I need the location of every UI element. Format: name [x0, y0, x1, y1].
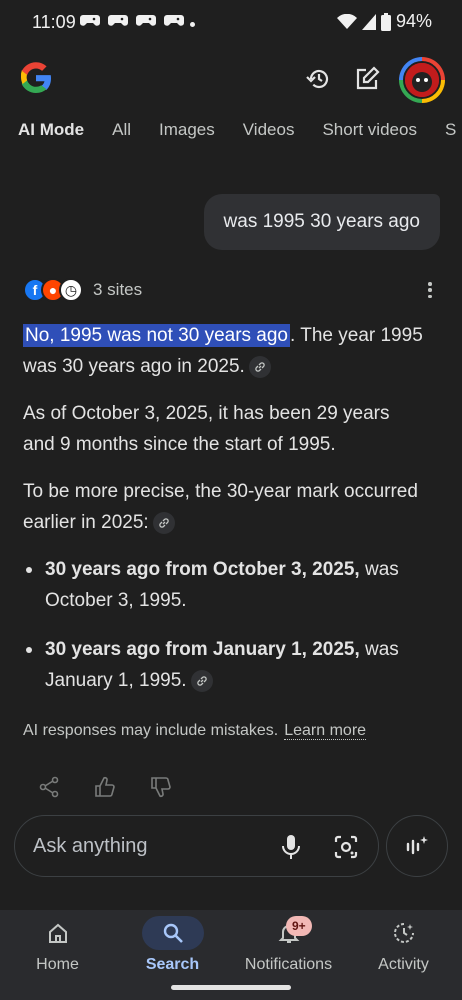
- status-time: 11:09: [32, 12, 76, 32]
- nav-activity[interactable]: Activity: [346, 910, 461, 990]
- battery-percent: 94%: [395, 11, 432, 31]
- tab-images[interactable]: Images: [159, 120, 215, 140]
- search-icon: [141, 916, 204, 950]
- battery-icon: [380, 12, 391, 31]
- tab-all[interactable]: All: [112, 120, 131, 140]
- history-icon[interactable]: [304, 64, 334, 94]
- ask-input[interactable]: Ask anything: [14, 815, 379, 877]
- more-options-icon[interactable]: [420, 280, 440, 300]
- home-icon: [27, 916, 89, 950]
- share-icon[interactable]: [38, 776, 60, 798]
- user-query-bubble: was 1995 30 years ago: [203, 194, 440, 250]
- game-controller-icon: [80, 15, 100, 26]
- wifi-icon: [336, 13, 357, 29]
- thumbs-up-icon[interactable]: [94, 776, 116, 798]
- activity-icon: [373, 916, 435, 950]
- ask-placeholder: Ask anything: [33, 835, 148, 857]
- more-notifications-dot: [190, 22, 195, 27]
- live-voice-button[interactable]: [386, 815, 448, 877]
- ai-answer: No, 1995 was not 30 years ago. The year …: [23, 320, 423, 714]
- feedback-row: [38, 776, 172, 798]
- search-tabs: AI Mode All Images Videos Short videos S: [18, 120, 462, 140]
- home-indicator[interactable]: [171, 985, 291, 990]
- link-icon[interactable]: [152, 511, 175, 534]
- lens-camera-icon[interactable]: [333, 834, 359, 860]
- tab-next[interactable]: S: [445, 120, 456, 140]
- clock-site-icon: ◷: [59, 278, 83, 302]
- edit-icon[interactable]: [352, 64, 382, 94]
- answer-paragraph: As of October 3, 2025, it has been 29 ye…: [23, 403, 390, 455]
- disclaimer: AI responses may include mistakes. Learn …: [23, 722, 367, 740]
- microphone-icon[interactable]: [281, 834, 301, 860]
- link-icon[interactable]: [248, 355, 271, 378]
- answer-bullets: 30 years ago from October 3, 2025, was O…: [23, 554, 423, 696]
- learn-more-link[interactable]: Learn more: [284, 722, 367, 740]
- tab-ai-mode[interactable]: AI Mode: [18, 120, 84, 140]
- sound-wave-sparkle-icon: [406, 836, 428, 855]
- system-status: 94%: [336, 11, 432, 32]
- thumbs-down-icon[interactable]: [150, 776, 172, 798]
- signal-icon: [361, 13, 376, 30]
- avatar-image: [403, 61, 441, 99]
- list-item: 30 years ago from January 1, 2025, was J…: [23, 634, 423, 696]
- game-controller-icon: [108, 15, 128, 26]
- tab-short-videos[interactable]: Short videos: [322, 120, 417, 140]
- answer-paragraph: To be more precise, the 30-year mark occ…: [23, 481, 418, 534]
- avatar[interactable]: [399, 57, 445, 103]
- answer-paragraph: No, 1995 was not 30 years ago. The year …: [23, 324, 423, 378]
- google-logo-icon[interactable]: [18, 60, 54, 96]
- notification-badge: 9+: [286, 916, 312, 936]
- nav-home[interactable]: Home: [0, 910, 115, 990]
- game-controller-icon: [164, 15, 184, 26]
- game-controller-icon: [136, 15, 156, 26]
- sources-count: 3 sites: [93, 280, 143, 299]
- sources-row[interactable]: f ● ◷ 3 sites: [23, 278, 142, 302]
- list-item: 30 years ago from October 3, 2025, was O…: [23, 554, 423, 616]
- highlighted-answer: No, 1995 was not 30 years ago: [23, 324, 291, 347]
- link-icon[interactable]: [190, 669, 213, 692]
- tab-videos[interactable]: Videos: [243, 120, 295, 140]
- nav-search[interactable]: Search: [115, 910, 230, 990]
- notification-icons: [80, 13, 184, 27]
- status-bar: 11:09 94%: [0, 0, 462, 48]
